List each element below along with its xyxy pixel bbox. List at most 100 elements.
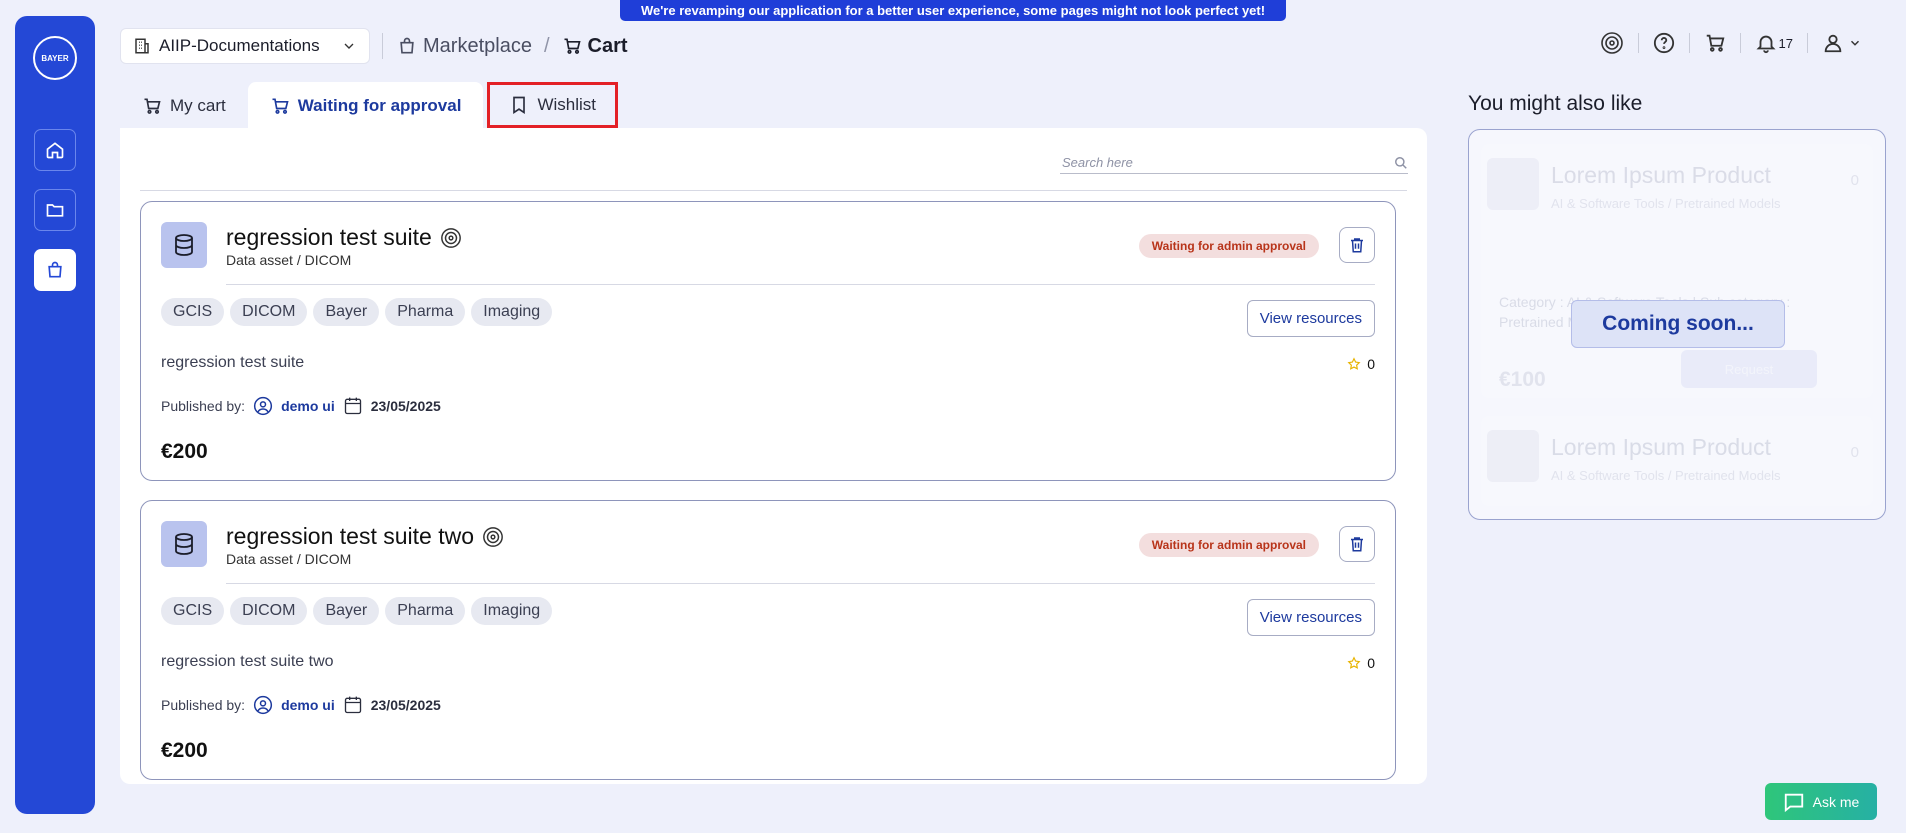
published-info: Published by: demo ui 23/05/2025 — [161, 396, 441, 416]
placeholder-count: 0 — [1850, 172, 1859, 189]
star-icon — [1347, 656, 1361, 669]
tag: GCIS — [161, 597, 225, 625]
icon-divider — [1688, 33, 1690, 53]
placeholder-title: Lorem Ipsum Product — [1551, 162, 1771, 188]
tab-label: Wishlist — [537, 95, 597, 114]
item-price: €200 — [161, 739, 208, 762]
search-placeholder: Search here — [1062, 155, 1133, 170]
item-subtitle: Data asset / DICOM — [226, 252, 352, 268]
breadcrumb-marketplace-label: Marketplace — [423, 34, 532, 57]
published-label: Published by: — [161, 697, 246, 713]
item-price: €200 — [161, 440, 208, 463]
item-title[interactable]: regression test suite — [226, 224, 462, 251]
breadcrumb-divider — [382, 33, 383, 59]
search-icon — [1395, 156, 1407, 169]
coming-soon-label: Coming soon... — [1571, 300, 1785, 348]
cart-icon[interactable] — [1704, 32, 1726, 54]
chevron-down-icon — [344, 43, 354, 49]
tab-wishlist[interactable]: Wishlist — [487, 82, 619, 128]
tag: Imaging — [471, 298, 553, 326]
placeholder-title: Lorem Ipsum Product — [1551, 434, 1771, 460]
item-description: regression test suite — [161, 354, 305, 371]
ask-me-button[interactable]: Ask me — [1765, 783, 1877, 820]
sidebar-item-folder[interactable] — [34, 189, 76, 231]
breadcrumb-current: Cart — [562, 35, 628, 58]
notifications-button[interactable]: 17 — [1755, 32, 1793, 54]
home-icon — [46, 142, 64, 159]
item-title[interactable]: regression test suite two — [226, 523, 504, 550]
placeholder-subtitle: AI & Software Tools / Pretrained Models — [1551, 468, 1781, 483]
placeholder-product-card: Lorem Ipsum Product AI & Software Tools … — [1481, 144, 1873, 398]
status-badge: Waiting for admin approval — [1138, 234, 1319, 258]
tag: DICOM — [230, 298, 308, 326]
icon-divider — [1807, 33, 1808, 53]
help-icon[interactable] — [1653, 32, 1675, 54]
published-info: Published by: demo ui 23/05/2025 — [161, 695, 441, 715]
item-title-text: regression test suite two — [226, 523, 475, 549]
view-resources-button[interactable]: View resources — [1246, 599, 1375, 636]
workspace-select[interactable]: AIIP-Documentations — [120, 28, 370, 64]
recommendations-panel: Lorem Ipsum Product AI & Software Tools … — [1468, 129, 1886, 520]
revamp-banner: We're revamping our application for a be… — [620, 0, 1286, 21]
product-icon — [1487, 158, 1539, 210]
calendar-icon — [344, 696, 361, 714]
sidebar: BAYER — [15, 16, 95, 814]
product-icon — [1487, 430, 1539, 482]
target-icon — [440, 227, 461, 248]
sidebar-item-marketplace[interactable] — [34, 249, 76, 291]
target-icon — [483, 526, 503, 547]
bag-icon — [48, 261, 62, 278]
cart-icon — [564, 38, 581, 54]
recommendations-title: You might also like — [1468, 92, 1643, 115]
author-link[interactable]: demo ui — [281, 697, 335, 713]
user-menu[interactable] — [1822, 32, 1862, 54]
search-input[interactable]: Search here — [1060, 152, 1408, 174]
author-link[interactable]: demo ui — [281, 398, 335, 414]
bayer-logo[interactable]: BAYER — [33, 36, 77, 80]
icon-divider — [1739, 33, 1741, 53]
tag-list: GCIS DICOM Bayer Pharma Imaging — [161, 597, 553, 625]
published-date: 23/05/2025 — [370, 398, 441, 414]
tag: Imaging — [471, 597, 553, 625]
notifications-count: 17 — [1778, 35, 1793, 51]
card-divider — [226, 284, 1375, 285]
item-title-text: regression test suite — [226, 224, 432, 250]
placeholder-price: €100 — [1499, 368, 1546, 391]
tab-waiting-for-approval[interactable]: Waiting for approval — [247, 82, 484, 130]
folder-icon — [46, 204, 64, 217]
rating: 0 — [1347, 356, 1375, 372]
breadcrumb: Marketplace / Cart — [382, 28, 628, 64]
tab-my-cart[interactable]: My cart — [120, 82, 248, 130]
breadcrumb-slash: / — [543, 34, 550, 57]
tag-list: GCIS DICOM Bayer Pharma Imaging — [161, 298, 553, 326]
tab-label: Waiting for approval — [297, 96, 462, 115]
status-badge: Waiting for admin approval — [1138, 533, 1319, 557]
view-resources-button[interactable]: View resources — [1246, 300, 1375, 337]
cart-panel: Search here regression test suite Data a… — [120, 128, 1427, 784]
star-icon — [1347, 357, 1361, 370]
cart-icon — [272, 98, 289, 114]
delete-button[interactable] — [1339, 227, 1375, 263]
cart-icon — [144, 98, 161, 114]
tag: DICOM — [230, 597, 308, 625]
rating-value: 0 — [1367, 356, 1375, 372]
placeholder-count: 0 — [1850, 444, 1859, 461]
tag: GCIS — [161, 298, 225, 326]
sidebar-item-home[interactable] — [34, 129, 76, 171]
rating-value: 0 — [1367, 655, 1375, 671]
chevron-down-icon — [1850, 40, 1860, 46]
tag: Bayer — [313, 597, 380, 625]
workspace-label: AIIP-Documentations — [159, 36, 320, 55]
search-divider — [140, 190, 1407, 191]
icon-divider — [1637, 33, 1639, 53]
target-icon[interactable] — [1600, 31, 1624, 55]
tag: Pharma — [385, 298, 466, 326]
published-label: Published by: — [161, 398, 246, 414]
card-divider — [226, 583, 1375, 584]
placeholder-subtitle: AI & Software Tools / Pretrained Models — [1551, 196, 1781, 211]
user-icon — [1824, 34, 1842, 53]
user-circle-icon — [253, 695, 273, 715]
breadcrumb-marketplace[interactable]: Marketplace — [397, 35, 532, 58]
delete-button[interactable] — [1339, 526, 1375, 562]
cart-item-card: regression test suite Data asset / DICOM… — [140, 201, 1396, 481]
